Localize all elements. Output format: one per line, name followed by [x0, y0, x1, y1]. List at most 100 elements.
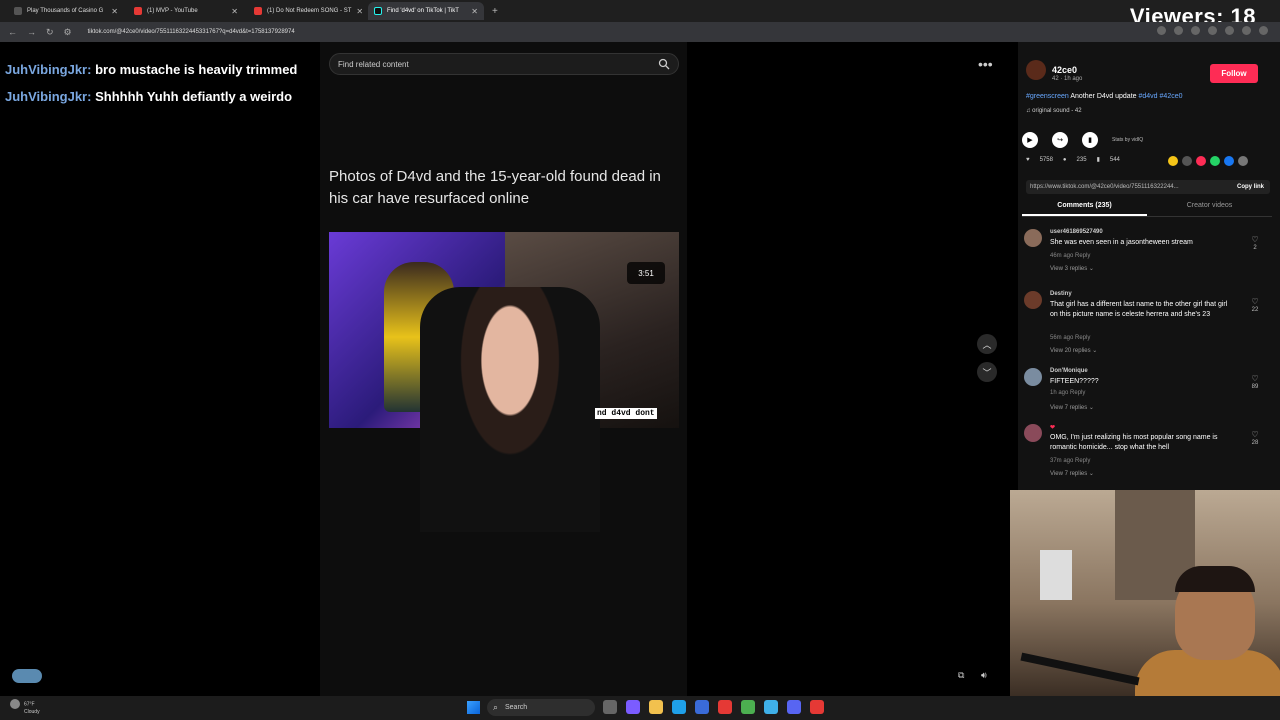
toggle-switch[interactable]	[12, 669, 42, 683]
profile-icon[interactable]	[1242, 26, 1251, 35]
play-icon[interactable]: ▶	[1022, 132, 1038, 148]
chat-username: JuhVibingJkr:	[5, 62, 92, 77]
hashtag-link[interactable]: #42ce0	[1160, 93, 1183, 100]
heart-icon[interactable]: ♡	[1248, 235, 1262, 244]
heart-icon[interactable]: ♡	[1248, 297, 1262, 306]
view-replies-link[interactable]: View 20 replies ⌄	[1050, 347, 1097, 354]
comment-username[interactable]: ❤	[1050, 424, 1055, 431]
comment-username[interactable]: Destiny	[1050, 291, 1072, 297]
post-sidebar: 42ce0 42 · 1h ago Follow #greenscreen An…	[1018, 42, 1280, 492]
creator-username[interactable]: 42ce0	[1052, 65, 1077, 75]
avatar[interactable]	[1026, 60, 1046, 80]
app-icon[interactable]	[718, 700, 732, 714]
whatsapp-icon[interactable]	[1210, 156, 1220, 166]
comment-username[interactable]: Don'Monique	[1050, 368, 1088, 374]
chrome-icon[interactable]	[741, 700, 755, 714]
avatar[interactable]	[1024, 424, 1042, 442]
comment-meta[interactable]: 37m ago Reply	[1050, 458, 1090, 464]
extension-icon[interactable]	[1225, 26, 1234, 35]
view-replies-link[interactable]: View 7 replies ⌄	[1050, 404, 1094, 411]
tab-comments[interactable]: Comments (235)	[1022, 202, 1147, 216]
next-video-button[interactable]: ﹀	[977, 362, 997, 382]
app-icon[interactable]	[810, 700, 824, 714]
avatar[interactable]	[1024, 229, 1042, 247]
file-explorer-icon[interactable]	[649, 700, 663, 714]
reload-icon[interactable]: ↻	[46, 27, 54, 38]
close-icon[interactable]: ✕	[471, 7, 478, 16]
follow-button[interactable]: Follow	[1210, 64, 1258, 83]
forward-arrow-icon[interactable]: →	[27, 27, 36, 37]
extension-icon[interactable]	[1191, 26, 1200, 35]
pip-icon[interactable]: ⧉	[958, 670, 964, 681]
cast-icon[interactable]	[1157, 26, 1166, 35]
more-options-icon[interactable]: •••	[978, 56, 993, 72]
search-icon: ⌕	[493, 702, 499, 712]
video-link-field[interactable]: https://www.tiktok.com/@42ce0/video/7551…	[1026, 180, 1270, 194]
copy-link-button[interactable]: Copy link	[1237, 184, 1264, 190]
close-icon[interactable]: ✕	[231, 7, 238, 16]
avatar[interactable]	[1024, 368, 1042, 386]
browser-tab-youtube-song[interactable]: (1) Do Not Redeem SONG - ST ✕	[248, 2, 364, 20]
comment-meta[interactable]: 1h ago Reply	[1050, 390, 1085, 396]
coin-icon[interactable]	[1168, 156, 1178, 166]
browser-tab-casino[interactable]: Play Thousands of Casino G ✕	[8, 2, 124, 20]
bookmark-icon[interactable]: ▮	[1097, 156, 1100, 163]
task-view-icon[interactable]	[603, 700, 617, 714]
share-arrow-icon[interactable]	[1238, 156, 1248, 166]
star-icon[interactable]	[1174, 26, 1183, 35]
previous-video-button[interactable]: ︿	[977, 334, 997, 354]
app-icon[interactable]	[764, 700, 778, 714]
menu-icon[interactable]	[1259, 26, 1268, 35]
view-replies-link[interactable]: View 7 replies ⌄	[1050, 470, 1094, 477]
heart-icon[interactable]: ♥	[1026, 157, 1030, 163]
stream-chat-overlay: JuhVibingJkr: bro mustache is heavily tr…	[5, 56, 297, 110]
sound-link[interactable]: ♫ original sound - 42	[1026, 108, 1082, 114]
hashtag-link[interactable]: #d4vd	[1139, 93, 1158, 100]
edge-icon[interactable]	[672, 700, 686, 714]
start-icon[interactable]	[467, 701, 480, 714]
comment-username[interactable]: user461869527490	[1050, 229, 1103, 235]
browser-tab-youtube-mvp[interactable]: (1) MVP - YouTube ✕	[128, 2, 244, 20]
weather-condition: Cloudy	[24, 709, 40, 715]
weather-widget[interactable]: 67°F Cloudy	[10, 699, 40, 716]
tab-label: Play Thousands of Casino G	[27, 8, 104, 14]
video-player[interactable]: Find related content Photos of D4vd and …	[320, 42, 687, 696]
browser-tab-tiktok[interactable]: Find 'd4vd' on TikTok | TikT ✕	[368, 2, 484, 20]
back-arrow-icon[interactable]: ←	[8, 27, 17, 37]
avatar[interactable]	[1024, 291, 1042, 309]
volume-icon[interactable]: 🔊︎	[981, 670, 987, 681]
discord-icon[interactable]	[787, 700, 801, 714]
chat-username: JuhVibingJkr:	[5, 89, 92, 104]
tab-creator-videos[interactable]: Creator videos	[1147, 202, 1272, 216]
video-caption-overlay: nd d4vd dont	[595, 408, 657, 419]
comment-meta[interactable]: 46m ago Reply	[1050, 253, 1090, 259]
embed-icon[interactable]	[1182, 156, 1192, 166]
new-tab-button[interactable]: +	[492, 6, 498, 17]
taskbar-search[interactable]: ⌕ Search	[487, 699, 595, 716]
teams-icon[interactable]	[626, 700, 640, 714]
time-badge: 3:51	[627, 262, 665, 284]
streamer-hair	[1175, 566, 1255, 592]
hashtag-link[interactable]: #greenscreen	[1026, 93, 1069, 100]
search-icon[interactable]	[658, 58, 670, 70]
store-icon[interactable]	[695, 700, 709, 714]
heart-icon[interactable]: ♡	[1248, 374, 1262, 383]
close-icon[interactable]: ✕	[356, 7, 363, 16]
comment-meta[interactable]: 56m ago Reply	[1050, 335, 1090, 341]
stats-icon[interactable]: ▮	[1082, 132, 1098, 148]
like-count: 5758	[1039, 156, 1053, 163]
streamer-webcam	[1010, 490, 1280, 696]
close-icon[interactable]: ✕	[111, 7, 118, 16]
heart-icon[interactable]: ♡	[1248, 430, 1262, 439]
share-targets	[1168, 156, 1248, 166]
site-info-icon[interactable]: ⚙	[64, 27, 72, 38]
search-input[interactable]: Find related content	[329, 53, 679, 75]
view-replies-link[interactable]: View 3 replies ⌄	[1050, 265, 1094, 272]
comment-icon[interactable]: ●	[1063, 157, 1067, 163]
facebook-icon[interactable]	[1224, 156, 1234, 166]
send-icon[interactable]	[1196, 156, 1206, 166]
url-field[interactable]: tiktok.com/@42ce0/video/7551116322445331…	[88, 29, 295, 35]
extension-icon[interactable]	[1208, 26, 1217, 35]
taskbar-apps	[603, 700, 824, 714]
share-icon[interactable]: ↪	[1052, 132, 1068, 148]
